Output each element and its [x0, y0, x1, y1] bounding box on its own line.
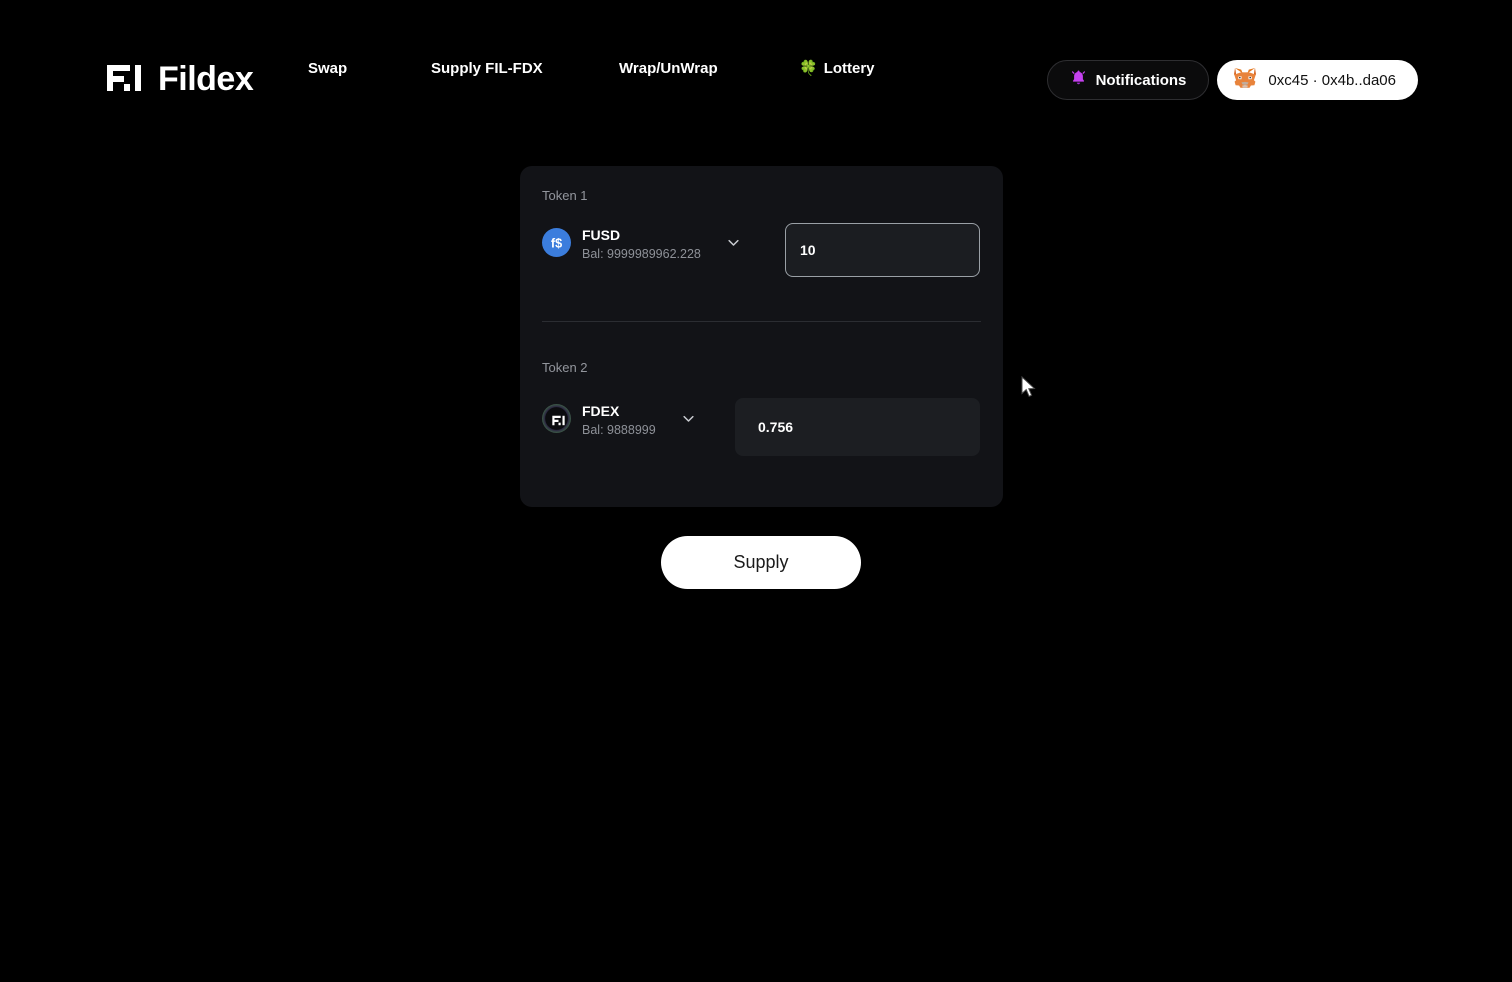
nav-item-label: Lottery: [823, 59, 875, 77]
token1-row: f$ FUSD Bal: 9999989962.228: [542, 227, 741, 262]
token1-amount-input[interactable]: [785, 223, 980, 277]
nav-item-label: Supply FIL-FDX: [431, 59, 543, 77]
token2-balance: Bal: 9888999: [582, 422, 656, 437]
fusd-token-icon: f$: [542, 227, 571, 262]
token1-symbol: FUSD: [582, 227, 621, 243]
wallet-address-button[interactable]: 0xc45 · 0x4b..da06: [1217, 60, 1418, 100]
header-actions: Notifications 0xc45 · 0x4b..da06: [1046, 60, 1418, 100]
supply-button[interactable]: Supply: [661, 536, 861, 589]
token2-selector[interactable]: FDEX Bal: 9888999: [542, 403, 696, 438]
nav-item-wrap-unwrap[interactable]: Wrap/UnWrap: [619, 60, 718, 77]
chevron-down-icon[interactable]: [681, 411, 696, 431]
chevron-down-icon[interactable]: [726, 235, 741, 255]
token2-symbol: FDEX: [582, 403, 620, 419]
notifications-button[interactable]: Notifications: [1046, 60, 1210, 100]
nav-item-lottery[interactable]: 🍀 Lottery: [799, 60, 875, 77]
metamask-fox-icon: [1233, 67, 1257, 94]
token1-balance: Bal: 9999989962.228: [582, 246, 701, 261]
token2-amount-input[interactable]: [735, 398, 980, 456]
brand-name: Fildex: [158, 59, 254, 98]
clover-icon: 🍀: [799, 59, 818, 77]
notifications-label: Notifications: [1095, 71, 1187, 89]
card-divider: [542, 321, 981, 322]
supply-liquidity-card: Token 1 f$ FUSD Bal: 9999989962.228 Toke…: [520, 166, 1003, 507]
nav-item-swap[interactable]: Swap: [308, 60, 347, 77]
nav-item-supply-fil-fdx[interactable]: Supply FIL-FDX: [431, 60, 543, 77]
svg-text:f$: f$: [551, 236, 562, 250]
mouse-cursor: [1021, 375, 1038, 405]
brand-logo[interactable]: Fildex: [104, 58, 254, 99]
bell-icon: [1070, 69, 1087, 91]
fdex-token-icon: [542, 403, 571, 438]
token1-selector[interactable]: f$ FUSD Bal: 9999989962.228: [542, 227, 741, 262]
nav-item-label: Wrap/UnWrap: [619, 59, 718, 77]
token2-row: FDEX Bal: 9888999: [542, 403, 696, 438]
app-header: Fildex Swap Supply FIL-FDX Wrap/UnWrap 🍀…: [0, 0, 1512, 160]
wallet-address-label: 0xc45 · 0x4b..da06: [1268, 71, 1396, 89]
token1-section-label: Token 1: [542, 188, 588, 203]
fildex-logo-icon: [104, 58, 156, 99]
nav-item-label: Swap: [308, 59, 348, 77]
token2-section-label: Token 2: [542, 360, 588, 375]
